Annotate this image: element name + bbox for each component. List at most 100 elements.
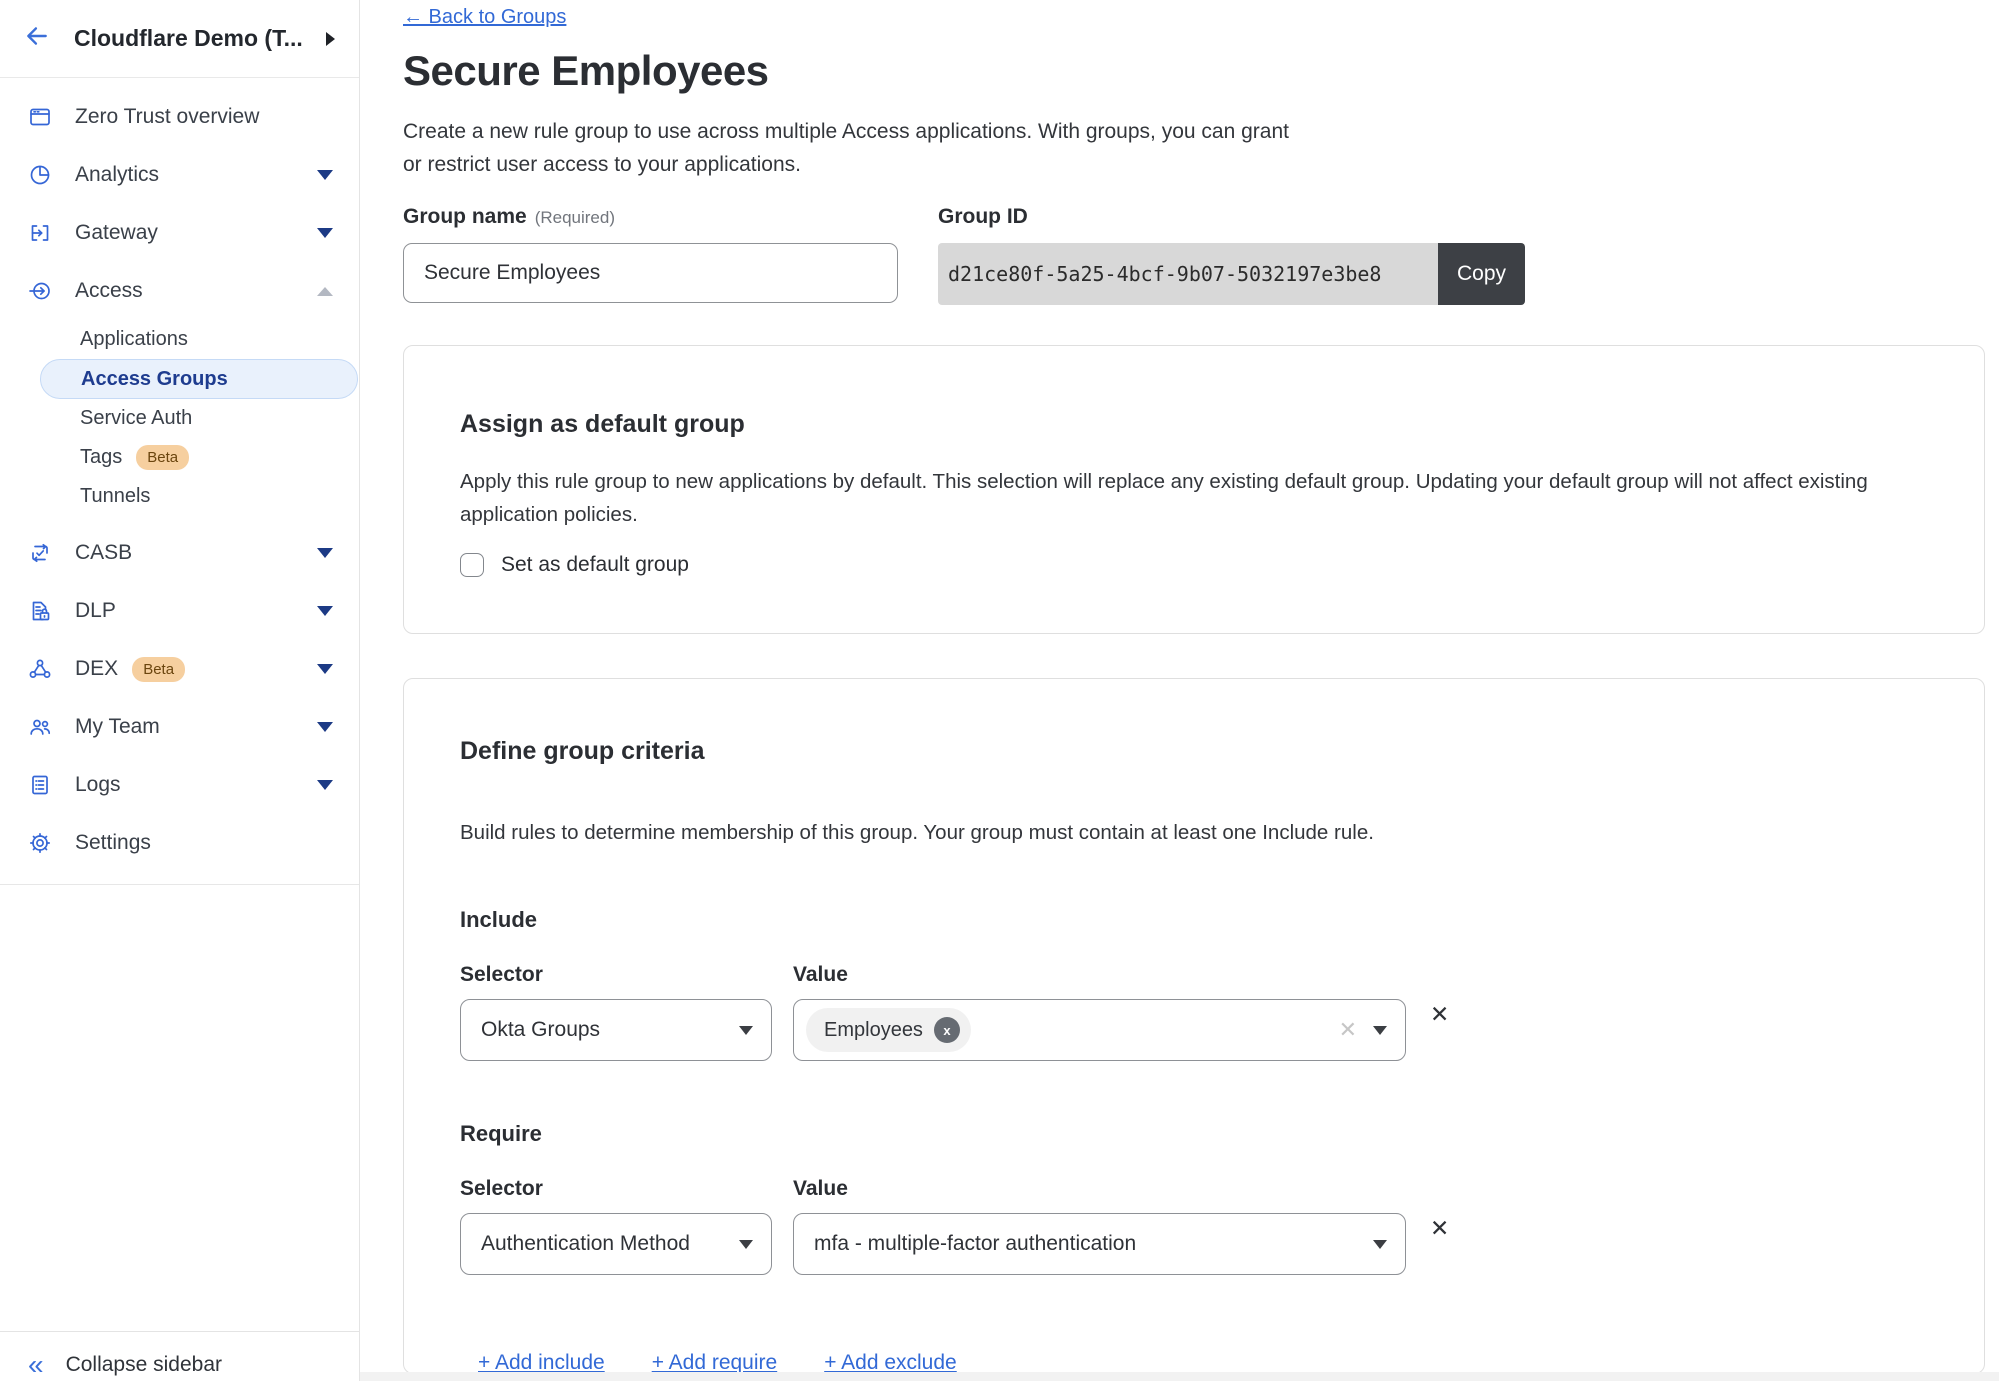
sidebar-nav: Zero Trust overview Analytics Gateway — [0, 78, 359, 885]
add-rule-links: + Add include + Add require + Add exclud… — [478, 1351, 1928, 1374]
include-selector-dropdown[interactable]: Okta Groups — [460, 999, 772, 1061]
sidebar-item-settings[interactable]: Settings — [0, 814, 359, 872]
remove-require-rule-icon[interactable]: ✕ — [1430, 1213, 1449, 1243]
sidebar-item-label: Settings — [75, 831, 151, 855]
sidebar-item-label: My Team — [75, 715, 160, 739]
chevron-down-icon[interactable] — [317, 606, 333, 616]
window-icon — [26, 105, 53, 129]
logs-icon — [26, 773, 53, 797]
sidebar-item-label: Service Auth — [80, 407, 192, 430]
selected-option: mfa - multiple-factor authentication — [814, 1232, 1136, 1256]
back-arrow-icon[interactable] — [24, 23, 50, 54]
dex-icon — [26, 657, 53, 681]
sidebar-item-label: DEX — [75, 657, 118, 681]
assign-default-group-card: Assign as default group Apply this rule … — [403, 345, 1985, 634]
chevron-down-icon[interactable] — [317, 548, 333, 558]
value-label: Value — [793, 1177, 848, 1201]
include-heading: Include — [460, 907, 1928, 933]
selected-option: Authentication Method — [481, 1232, 690, 1256]
collapse-sidebar-button[interactable]: « Collapse sidebar — [0, 1331, 359, 1381]
set-default-group-checkbox[interactable] — [460, 553, 484, 577]
require-selector-dropdown[interactable]: Authentication Method — [460, 1213, 772, 1275]
sidebar-item-casb[interactable]: CASB — [0, 524, 359, 582]
require-heading: Require — [460, 1121, 1928, 1147]
sidebar-item-applications[interactable]: Applications — [0, 320, 359, 359]
sidebar-item-analytics[interactable]: Analytics — [0, 146, 359, 204]
sidebar-item-zero-trust-overview[interactable]: Zero Trust overview — [0, 88, 359, 146]
chevron-down-icon — [739, 1026, 753, 1035]
sidebar-item-access-groups[interactable]: Access Groups — [40, 359, 358, 399]
chevron-down-icon[interactable] — [317, 780, 333, 790]
gear-icon — [26, 831, 53, 855]
sidebar-item-dlp[interactable]: DLP — [0, 582, 359, 640]
sidebar-item-label: Access Groups — [81, 368, 228, 391]
checkbox-label: Set as default group — [501, 553, 689, 577]
selected-option: Okta Groups — [481, 1018, 600, 1042]
chevron-down-icon[interactable] — [1373, 1026, 1387, 1035]
account-switcher[interactable]: Cloudflare Demo (T... — [0, 0, 359, 78]
group-name-field: Group name(Required) — [403, 205, 898, 305]
add-include-link[interactable]: + Add include — [478, 1351, 605, 1374]
chevron-down-icon[interactable] — [317, 722, 333, 732]
card-description: Apply this rule group to new application… — [460, 465, 1928, 531]
chevron-right-icon[interactable] — [326, 32, 335, 46]
sidebar-item-tags[interactable]: Tags Beta — [0, 438, 359, 477]
sidebar-item-label: Tunnels — [80, 485, 150, 508]
chip-label: Employees — [824, 1019, 923, 1042]
value-chip: Employees x — [806, 1008, 971, 1052]
value-label: Value — [793, 963, 848, 987]
sidebar-item-label: DLP — [75, 599, 116, 623]
group-id-field: Group ID d21ce80f-5a25-4bcf-9b07-5032197… — [938, 205, 1525, 305]
sidebar-item-dex[interactable]: DEX Beta — [0, 640, 359, 698]
chevron-down-icon — [1373, 1240, 1387, 1249]
sidebar-item-label: Applications — [80, 328, 188, 351]
casb-icon — [26, 541, 53, 565]
sidebar-item-my-team[interactable]: My Team — [0, 698, 359, 756]
selector-label: Selector — [460, 963, 793, 987]
collapse-icon: « — [28, 1354, 44, 1376]
beta-badge: Beta — [136, 445, 189, 470]
beta-badge: Beta — [132, 657, 185, 682]
sidebar-item-label: Zero Trust overview — [75, 105, 259, 129]
sidebar-item-label: Gateway — [75, 221, 158, 245]
card-description: Build rules to determine membership of t… — [460, 816, 1928, 849]
dlp-icon — [26, 599, 53, 623]
chevron-up-icon[interactable] — [317, 287, 333, 296]
card-title: Assign as default group — [460, 410, 1928, 439]
chevron-down-icon[interactable] — [317, 228, 333, 238]
define-group-criteria-card: Define group criteria Build rules to det… — [403, 678, 1985, 1374]
chip-remove-icon[interactable]: x — [934, 1017, 960, 1043]
clear-values-icon[interactable]: ✕ — [1339, 1017, 1357, 1043]
sidebar-item-logs[interactable]: Logs — [0, 756, 359, 814]
required-hint: (Required) — [535, 208, 615, 227]
add-require-link[interactable]: + Add require — [652, 1351, 778, 1374]
sidebar-item-label: Analytics — [75, 163, 159, 187]
sidebar-item-label: Tags — [80, 446, 122, 469]
group-name-input[interactable] — [403, 243, 898, 303]
chevron-down-icon[interactable] — [317, 170, 333, 180]
gateway-icon — [26, 221, 53, 245]
group-form-row: Group name(Required) Group ID d21ce80f-5… — [403, 205, 1999, 305]
team-icon — [26, 715, 53, 739]
sidebar: Cloudflare Demo (T... Zero Trust overvie… — [0, 0, 360, 1381]
account-title: Cloudflare Demo (T... — [74, 25, 320, 52]
sidebar-item-service-auth[interactable]: Service Auth — [0, 399, 359, 438]
sidebar-item-access[interactable]: Access — [0, 262, 359, 320]
include-value-combobox[interactable]: Employees x ✕ — [793, 999, 1406, 1061]
copy-button[interactable]: Copy — [1438, 243, 1525, 305]
group-name-label: Group name(Required) — [403, 205, 898, 231]
sidebar-item-tunnels[interactable]: Tunnels — [0, 477, 359, 516]
require-rule-row: Authentication Method mfa - multiple-fac… — [460, 1213, 1928, 1275]
add-exclude-link[interactable]: + Add exclude — [824, 1351, 957, 1374]
sidebar-item-gateway[interactable]: Gateway — [0, 204, 359, 262]
access-icon — [26, 279, 53, 303]
set-default-group-option[interactable]: Set as default group — [460, 553, 1928, 577]
back-to-groups-link[interactable]: ← Back to Groups — [403, 6, 566, 29]
page-title: Secure Employees — [403, 47, 1999, 95]
chevron-down-icon[interactable] — [317, 664, 333, 674]
bottom-edge-strip — [360, 1372, 1999, 1381]
require-value-dropdown[interactable]: mfa - multiple-factor authentication — [793, 1213, 1406, 1275]
chevron-down-icon — [739, 1240, 753, 1249]
page-description: Create a new rule group to use across mu… — [403, 115, 1308, 181]
remove-include-rule-icon[interactable]: ✕ — [1430, 999, 1449, 1029]
